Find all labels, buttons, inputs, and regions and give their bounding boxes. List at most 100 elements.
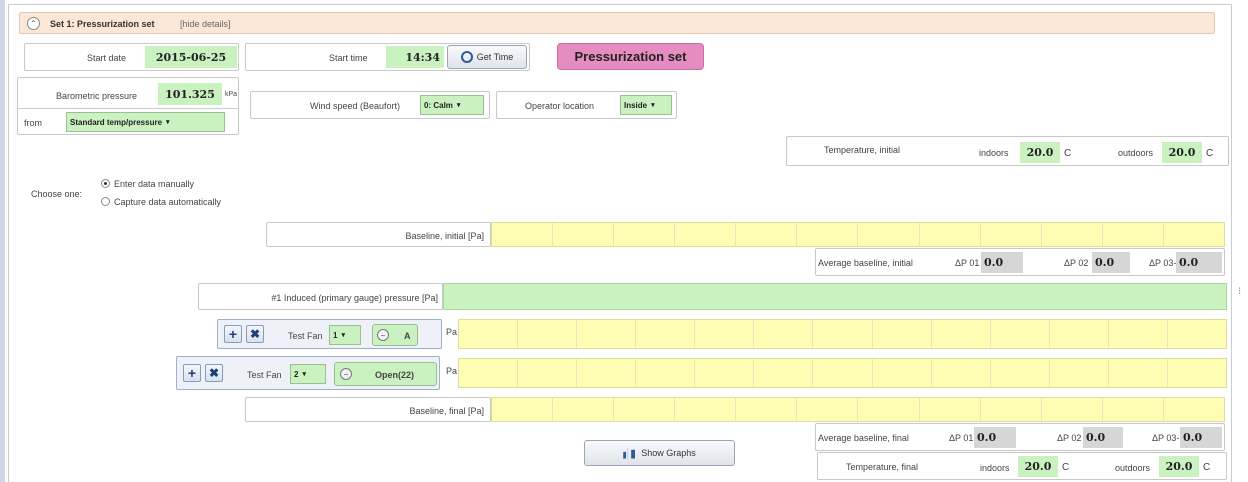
start-time-field[interactable]: 14:34 bbox=[386, 46, 444, 68]
data-cell[interactable] bbox=[754, 320, 814, 348]
data-cell[interactable] bbox=[459, 320, 519, 348]
hide-details-link[interactable]: [hide details] bbox=[180, 19, 231, 29]
enter-manually-label[interactable]: Enter data manually bbox=[114, 179, 194, 189]
avg-initial-box: Average baseline, initial ΔP 01 0.0 ΔP 0… bbox=[815, 248, 1225, 276]
fan1-unit: Pa bbox=[446, 327, 458, 337]
indoors-label: indoors bbox=[980, 463, 1010, 473]
left-edge-strip bbox=[0, 0, 5, 482]
data-cell[interactable] bbox=[736, 398, 798, 421]
show-graphs-label: Show Graphs bbox=[641, 448, 696, 458]
fan2-row[interactable] bbox=[458, 358, 1227, 388]
data-cell[interactable] bbox=[858, 223, 920, 246]
data-cell[interactable] bbox=[981, 223, 1042, 246]
data-cell[interactable] bbox=[636, 320, 696, 348]
capture-auto-label[interactable]: Capture data automatically bbox=[114, 197, 221, 207]
data-cell[interactable] bbox=[459, 359, 519, 387]
data-cell[interactable] bbox=[675, 398, 737, 421]
data-cell[interactable] bbox=[797, 398, 859, 421]
avg-initial-dp3: 0.0 bbox=[1176, 252, 1222, 273]
data-cell[interactable] bbox=[1164, 223, 1224, 246]
show-graphs-button[interactable]: Show Graphs bbox=[584, 440, 735, 466]
fan2-label: Test Fan bbox=[247, 370, 282, 380]
temp-initial-indoors-field[interactable]: 20.0 bbox=[1020, 142, 1060, 163]
data-cell[interactable] bbox=[577, 320, 637, 348]
wind-label: Wind speed (Beaufort) bbox=[310, 101, 401, 111]
fan1-ring-value: A bbox=[404, 331, 411, 341]
temp-final-outdoors-field[interactable]: 20.0 bbox=[1159, 456, 1199, 477]
baseline-final-row[interactable] bbox=[491, 397, 1225, 422]
data-cell[interactable] bbox=[492, 398, 554, 421]
data-cell[interactable] bbox=[1050, 359, 1109, 387]
plus-icon[interactable]: + bbox=[183, 364, 201, 382]
dp3-label: ΔP 03- bbox=[1149, 258, 1177, 268]
data-cell[interactable] bbox=[1109, 359, 1168, 387]
barometric-field[interactable]: 101.325 bbox=[158, 83, 222, 105]
start-time-label: Start time bbox=[329, 53, 368, 63]
data-cell[interactable] bbox=[932, 359, 991, 387]
data-cell[interactable] bbox=[1042, 398, 1103, 421]
data-cell[interactable] bbox=[873, 320, 932, 348]
wind-box: Wind speed (Beaufort) 0: Calm ▾ bbox=[250, 91, 490, 119]
collapse-icon[interactable]: ⌃ bbox=[27, 17, 40, 30]
data-cell[interactable] bbox=[920, 223, 981, 246]
data-cell[interactable] bbox=[1103, 223, 1164, 246]
data-cell[interactable] bbox=[577, 359, 637, 387]
radio-capture-auto[interactable] bbox=[101, 197, 110, 206]
plus-icon[interactable]: + bbox=[224, 325, 242, 343]
data-cell[interactable] bbox=[614, 398, 676, 421]
data-cell[interactable] bbox=[981, 398, 1042, 421]
induced-row[interactable] bbox=[443, 283, 1227, 310]
start-time-box: Start time 14:34 Get Time bbox=[245, 43, 530, 71]
temp-final-indoors-field[interactable]: 20.0 bbox=[1018, 456, 1058, 477]
data-cell[interactable] bbox=[1050, 320, 1109, 348]
data-cell[interactable] bbox=[1109, 320, 1168, 348]
data-cell[interactable] bbox=[1164, 398, 1224, 421]
data-cell[interactable] bbox=[1168, 320, 1226, 348]
fan1-number-dropdown[interactable]: 1 ▾ bbox=[329, 325, 361, 345]
data-cell[interactable] bbox=[991, 320, 1050, 348]
start-date-field[interactable]: 2015-06-25 bbox=[145, 46, 237, 68]
data-cell[interactable] bbox=[991, 359, 1050, 387]
data-cell[interactable] bbox=[636, 359, 696, 387]
dp3-label: ΔP 03- bbox=[1152, 433, 1180, 443]
data-cell[interactable] bbox=[492, 223, 554, 246]
data-cell[interactable] bbox=[518, 320, 578, 348]
baseline-initial-row[interactable] bbox=[491, 222, 1225, 247]
data-cell[interactable] bbox=[1103, 398, 1164, 421]
data-cell[interactable] bbox=[675, 223, 737, 246]
data-cell[interactable] bbox=[932, 320, 991, 348]
avg-final-dp2: 0.0 bbox=[1083, 427, 1123, 448]
data-cell[interactable] bbox=[695, 359, 755, 387]
data-cell[interactable] bbox=[614, 223, 676, 246]
data-cell[interactable] bbox=[695, 320, 755, 348]
get-time-label: Get Time bbox=[476, 52, 514, 62]
data-cell[interactable] bbox=[813, 320, 873, 348]
wind-dropdown[interactable]: 0: Calm ▾ bbox=[420, 95, 484, 115]
fan1-ring-selector[interactable]: – A bbox=[372, 324, 418, 346]
fan2-ring-selector[interactable]: – Open(22) bbox=[334, 362, 437, 386]
data-cell[interactable] bbox=[553, 398, 615, 421]
data-cell[interactable] bbox=[754, 359, 814, 387]
get-time-button[interactable]: Get Time bbox=[447, 45, 527, 69]
data-cell[interactable] bbox=[553, 223, 615, 246]
data-cell[interactable] bbox=[518, 359, 578, 387]
barometric-box: Barometric pressure 101.325 kPa from Sta… bbox=[17, 77, 239, 135]
data-cell[interactable] bbox=[920, 398, 981, 421]
data-cell[interactable] bbox=[736, 223, 798, 246]
temp-initial-outdoors-field[interactable]: 20.0 bbox=[1162, 142, 1202, 163]
close-icon[interactable]: ✖ bbox=[205, 364, 223, 382]
fan1-row[interactable] bbox=[458, 319, 1227, 349]
data-cell[interactable] bbox=[1042, 223, 1103, 246]
fan2-number-dropdown[interactable]: 2 ▾ bbox=[290, 364, 326, 384]
from-dropdown[interactable]: Standard temp/pressure ▾ bbox=[66, 112, 225, 132]
data-cell[interactable] bbox=[797, 223, 859, 246]
data-cell[interactable] bbox=[1168, 359, 1226, 387]
temp-initial-box: Temperature, initial indoors 20.0 C outd… bbox=[786, 136, 1229, 166]
data-cell[interactable] bbox=[873, 359, 932, 387]
data-cell[interactable] bbox=[858, 398, 920, 421]
radio-enter-manually[interactable] bbox=[101, 179, 110, 188]
close-icon[interactable]: ✖ bbox=[246, 325, 264, 343]
operator-dropdown[interactable]: Inside ▾ bbox=[620, 95, 672, 115]
scroll-marker[interactable]: ⁝ bbox=[1238, 286, 1244, 300]
data-cell[interactable] bbox=[813, 359, 873, 387]
